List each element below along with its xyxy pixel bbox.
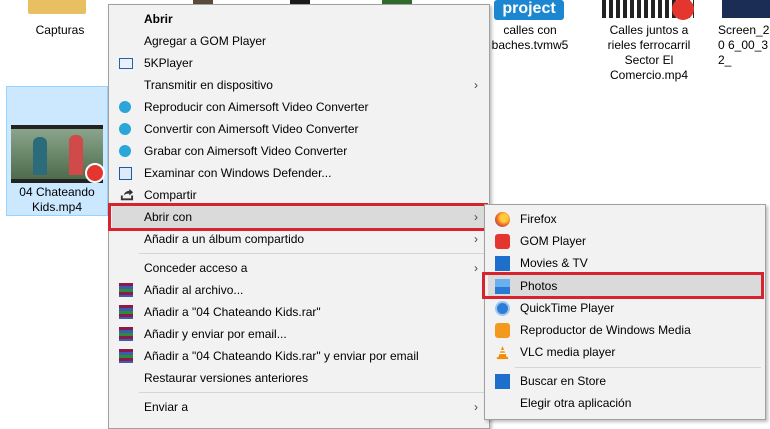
menu-item-transmitir[interactable]: Transmitir en dispositivo › — [112, 74, 486, 96]
highlight-box-photos — [482, 272, 764, 299]
defender-icon — [119, 167, 132, 180]
person-figure — [69, 135, 83, 175]
share-icon — [120, 188, 134, 201]
movies-tv-icon — [495, 256, 510, 271]
winrar-icon — [119, 349, 133, 363]
person-figure — [33, 137, 47, 175]
menu-separator — [515, 367, 761, 368]
chevron-right-icon: › — [474, 78, 478, 92]
aimersoft-icon — [119, 101, 131, 113]
folder-icon[interactable] — [28, 0, 86, 14]
menu-item-reproducir-aimersoft[interactable]: Reproducir con Aimersoft Video Converter — [112, 96, 486, 118]
desktop-item-selected-video[interactable]: 04 Chateando Kids.mp4 — [6, 86, 108, 216]
store-icon — [495, 374, 510, 389]
chevron-right-icon: › — [474, 400, 478, 414]
chevron-right-icon: › — [474, 232, 478, 246]
menu-item-enviar-a[interactable]: Enviar a › — [112, 396, 486, 418]
menu-item-anadir-rar[interactable]: Añadir a "04 Chateando Kids.rar" — [112, 301, 486, 323]
gom-player-icon — [495, 234, 510, 249]
menu-item-agregar-gom[interactable]: Agregar a GOM Player — [112, 30, 486, 52]
submenu-item-elegir-otra[interactable]: Elegir otra aplicación — [488, 392, 762, 414]
menu-item-windows-defender[interactable]: Examinar con Windows Defender... — [112, 162, 486, 184]
quicktime-icon — [495, 301, 510, 316]
submenu-item-movies-tv[interactable]: Movies & TV — [488, 252, 762, 274]
desktop-item-label: 04 Chateando Kids.mp4 — [19, 185, 95, 214]
windows-media-icon — [495, 323, 510, 338]
menu-item-conceder[interactable]: Conceder acceso a › — [112, 257, 486, 279]
menu-item-anadir-rar-email[interactable]: Añadir a "04 Chateando Kids.rar" y envia… — [112, 345, 486, 367]
project-file-icon[interactable]: project — [494, 0, 564, 20]
menu-item-album[interactable]: Añadir a un álbum compartido › — [112, 228, 486, 250]
menu-item-anadir-email[interactable]: Añadir y enviar por email... — [112, 323, 486, 345]
submenu-item-buscar-store[interactable]: Buscar en Store — [488, 370, 762, 392]
highlight-box-abrir-con — [108, 203, 488, 231]
submenu-item-gom-player[interactable]: GOM Player — [488, 230, 762, 252]
menu-item-convertir-aimersoft[interactable]: Convertir con Aimersoft Video Converter — [112, 118, 486, 140]
aimersoft-icon — [119, 145, 131, 157]
gom-player-icon — [672, 0, 694, 20]
menu-item-anadir-archivo[interactable]: Añadir al archivo... — [112, 279, 486, 301]
aimersoft-icon — [119, 123, 131, 135]
desktop-item-label: calles con baches.tvmw5 — [491, 23, 569, 52]
desktop-item-label: Calles juntos a rieles ferrocarril Secto… — [607, 23, 691, 82]
submenu-item-firefox[interactable]: Firefox — [488, 208, 762, 230]
winrar-icon — [119, 283, 133, 297]
submenu-item-quicktime[interactable]: QuickTime Player — [488, 297, 762, 319]
video-thumbnail[interactable] — [722, 0, 770, 18]
menu-separator — [139, 392, 485, 393]
menu-item-restaurar[interactable]: Restaurar versiones anteriores — [112, 367, 486, 389]
desktop-item-screen[interactable]: Screen_20 6_00_32_ — [718, 23, 770, 68]
open-with-submenu: Firefox GOM Player Movies & TV Photos Qu… — [484, 204, 766, 420]
vlc-icon — [496, 345, 509, 360]
winrar-icon — [119, 305, 133, 319]
chevron-right-icon: › — [474, 261, 478, 275]
menu-item-abrir[interactable]: Abrir — [112, 8, 486, 30]
winrar-icon — [119, 327, 133, 341]
submenu-item-vlc[interactable]: VLC media player — [488, 341, 762, 363]
desktop-item-calles-video[interactable]: Calles juntos a rieles ferrocarril Secto… — [600, 23, 698, 83]
firefox-icon — [495, 212, 510, 227]
desktop-item-label: Screen_20 6_00_32_ — [718, 23, 770, 67]
desktop-item-label: Capturas — [35, 23, 85, 37]
submenu-item-windows-media[interactable]: Reproductor de Windows Media — [488, 319, 762, 341]
menu-item-grabar-aimersoft[interactable]: Grabar con Aimersoft Video Converter — [112, 140, 486, 162]
video-thumbnail[interactable] — [602, 0, 694, 20]
menu-item-5kplayer[interactable]: 5KPlayer — [112, 52, 486, 74]
desktop-item-project[interactable]: calles con baches.tvmw5 — [484, 23, 576, 53]
5kplayer-icon — [119, 58, 133, 69]
gom-player-icon — [85, 163, 105, 183]
menu-separator — [139, 253, 485, 254]
desktop-item-capturas[interactable]: Capturas — [20, 23, 100, 38]
